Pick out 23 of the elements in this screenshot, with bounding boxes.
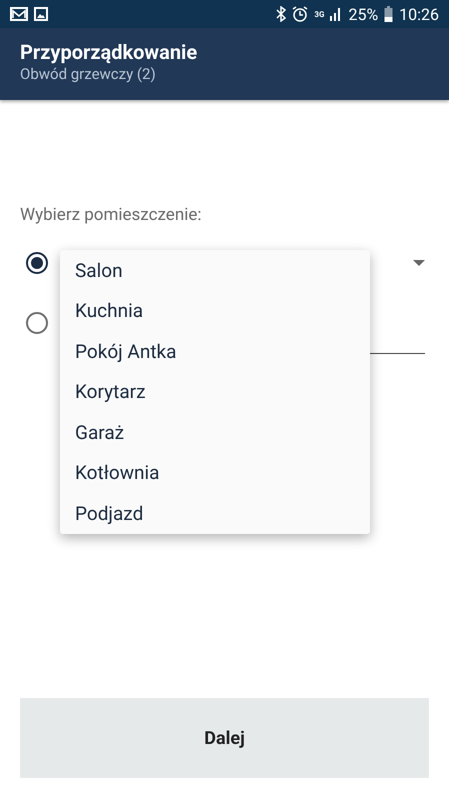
menu-item[interactable]: Kuchnia — [60, 290, 370, 331]
battery-icon — [384, 6, 394, 22]
menu-item[interactable]: Podjazd — [60, 493, 370, 534]
image-icon — [34, 7, 48, 21]
menu-item[interactable]: Pokój Antka — [60, 331, 370, 372]
dropdown-arrow-icon[interactable] — [413, 260, 425, 266]
next-button[interactable]: Dalej — [20, 698, 429, 778]
menu-item[interactable]: Korytarz — [60, 372, 370, 412]
room-prompt: Wybierz pomieszczenie: — [20, 205, 202, 225]
alarm-icon — [292, 6, 308, 22]
mail-icon — [10, 6, 28, 22]
screen-title: Przyporządkowanie — [20, 40, 198, 64]
radio-button[interactable] — [26, 312, 48, 334]
signal-icon — [330, 7, 342, 21]
radio-button[interactable] — [26, 252, 48, 274]
menu-item[interactable]: Salon — [60, 250, 370, 290]
clock-time: 10:26 — [399, 4, 439, 24]
network-label: 3G — [314, 10, 324, 18]
screen-subtitle: Obwód grzewczy (2) — [20, 64, 157, 84]
battery-percent: 25% — [348, 4, 378, 24]
menu-item[interactable]: Garaż — [60, 412, 370, 452]
menu-item[interactable]: Kotłownia — [60, 452, 370, 493]
bluetooth-icon — [276, 6, 286, 22]
